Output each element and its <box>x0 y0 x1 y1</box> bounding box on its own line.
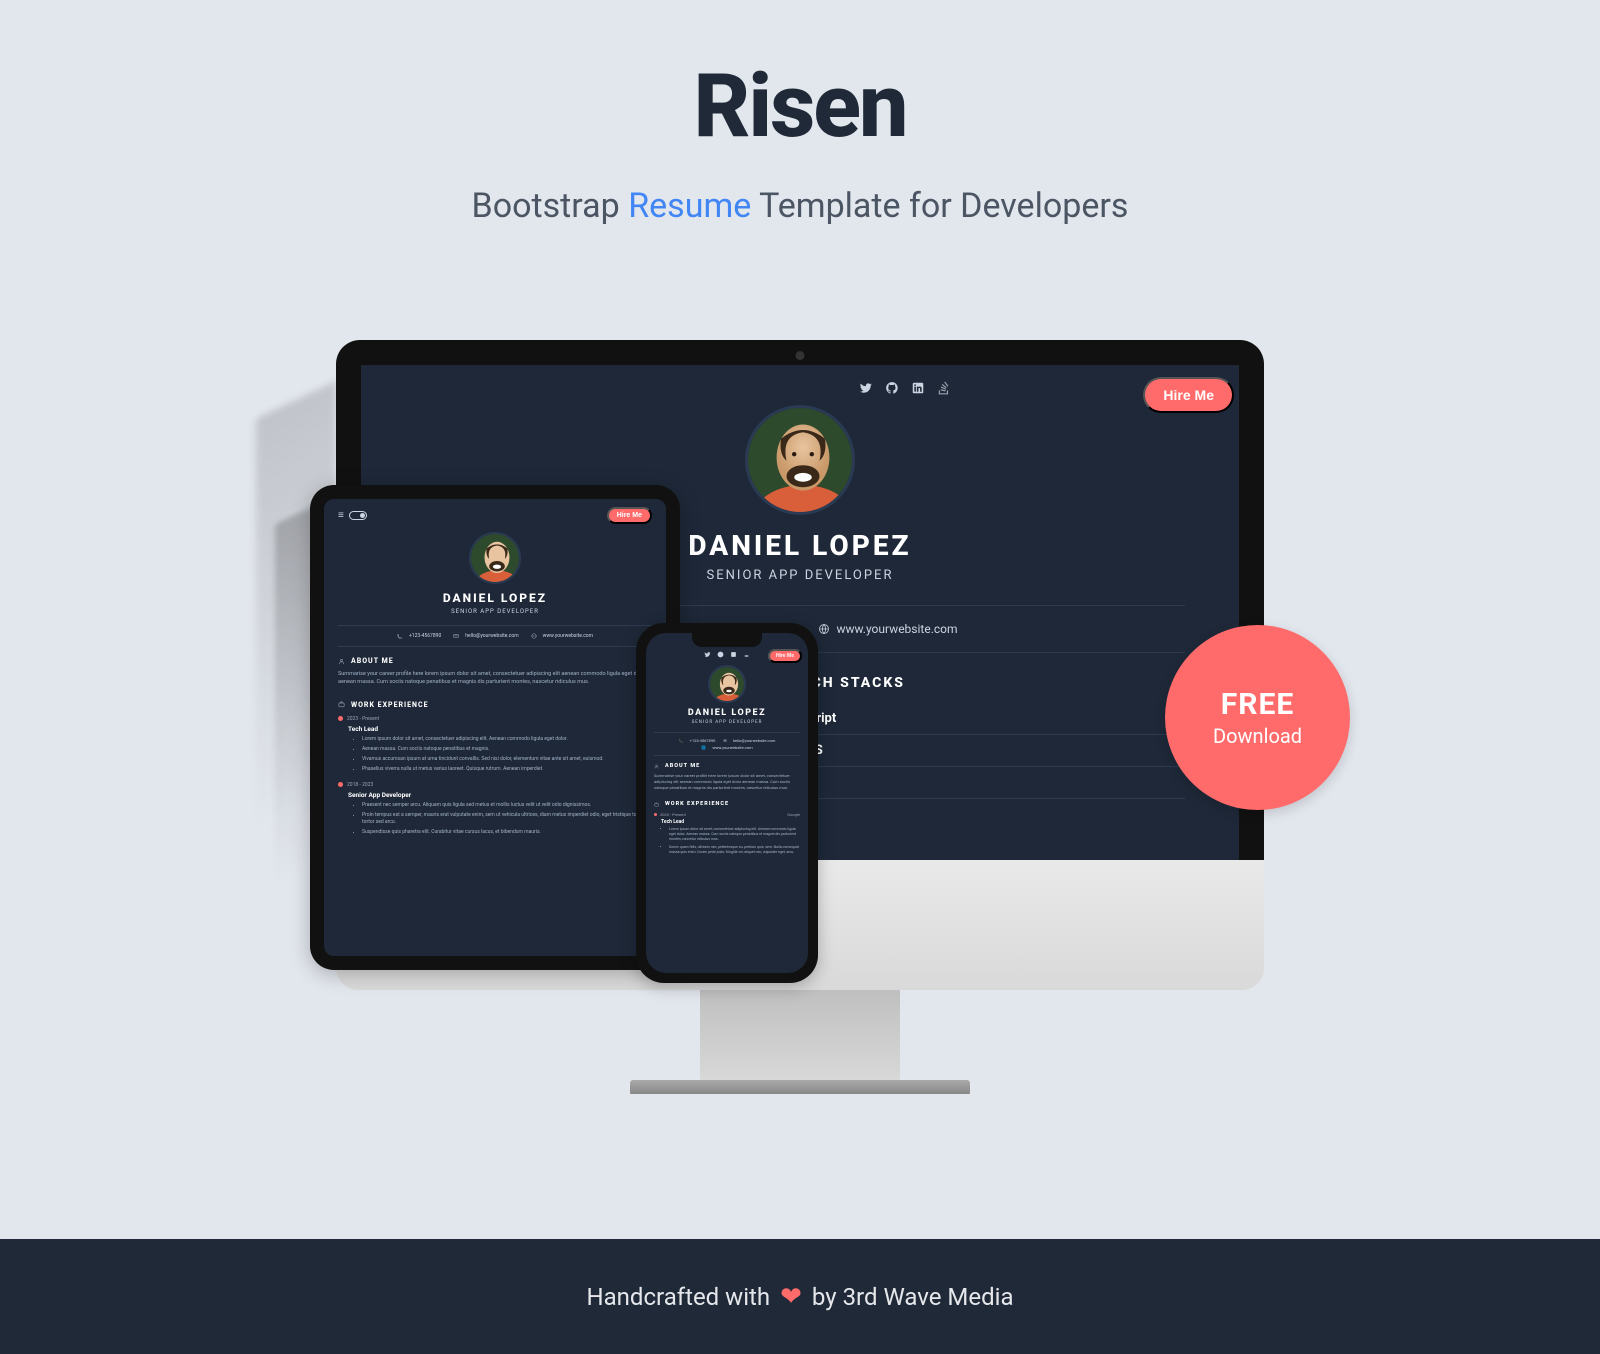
menu-icon[interactable]: ≡ <box>338 510 344 521</box>
badge-subtitle: Download <box>1213 724 1302 748</box>
website-contact[interactable]: www.yourwebsite.com <box>818 622 957 636</box>
badge-title: FREE <box>1221 687 1294 722</box>
heart-icon: ❤ <box>780 1282 802 1312</box>
hero-subtitle: Bootstrap Resume Template for Developers <box>0 186 1600 226</box>
tablet-preview: ≡ Hire Me DANIEL LOPEZ SENIOR APP DEVELO… <box>324 499 666 956</box>
twitter-icon <box>704 651 711 658</box>
toggle-icon[interactable] <box>349 511 367 520</box>
avatar <box>469 532 521 584</box>
avatar <box>745 405 855 515</box>
free-download-badge[interactable]: FREE Download <box>1165 625 1350 810</box>
github-icon <box>717 651 724 658</box>
avatar <box>708 665 746 703</box>
twitter-icon[interactable] <box>859 381 873 395</box>
stack-item: JavaScript <box>774 703 1185 735</box>
phone-mockup: Hire Me DANIEL LOPEZ SENIOR APP DEVELOPE… <box>636 623 818 983</box>
stackoverflow-icon[interactable] <box>937 381 951 395</box>
stackoverflow-icon <box>743 651 750 658</box>
tablet-mockup: ≡ Hire Me DANIEL LOPEZ SENIOR APP DEVELO… <box>310 485 680 970</box>
hire-button[interactable]: Hire Me <box>1143 377 1234 413</box>
social-row <box>595 381 1215 395</box>
stack-item: Python <box>774 767 1185 799</box>
globe-icon <box>818 623 830 635</box>
resume-role: SENIOR APP DEVELOPER <box>338 608 652 615</box>
phone-preview: Hire Me DANIEL LOPEZ SENIOR APP DEVELOPE… <box>646 633 808 973</box>
footer: Handcrafted with ❤ by 3rd Wave Media <box>0 1239 1600 1354</box>
github-icon[interactable] <box>885 381 899 395</box>
linkedin-icon[interactable] <box>911 381 925 395</box>
resume-name: DANIEL LOPEZ <box>654 708 800 718</box>
resume-role: SENIOR APP DEVELOPER <box>654 720 800 725</box>
hire-button[interactable]: Hire Me <box>607 507 652 524</box>
linkedin-icon <box>730 651 737 658</box>
resume-name: DANIEL LOPEZ <box>338 591 652 605</box>
hero-title: Risen <box>0 55 1600 158</box>
stack-item: ReactJS <box>774 735 1185 767</box>
phone-notch-icon <box>692 633 762 647</box>
camera-icon <box>796 351 805 360</box>
hire-button[interactable]: Hire Me <box>768 649 802 663</box>
